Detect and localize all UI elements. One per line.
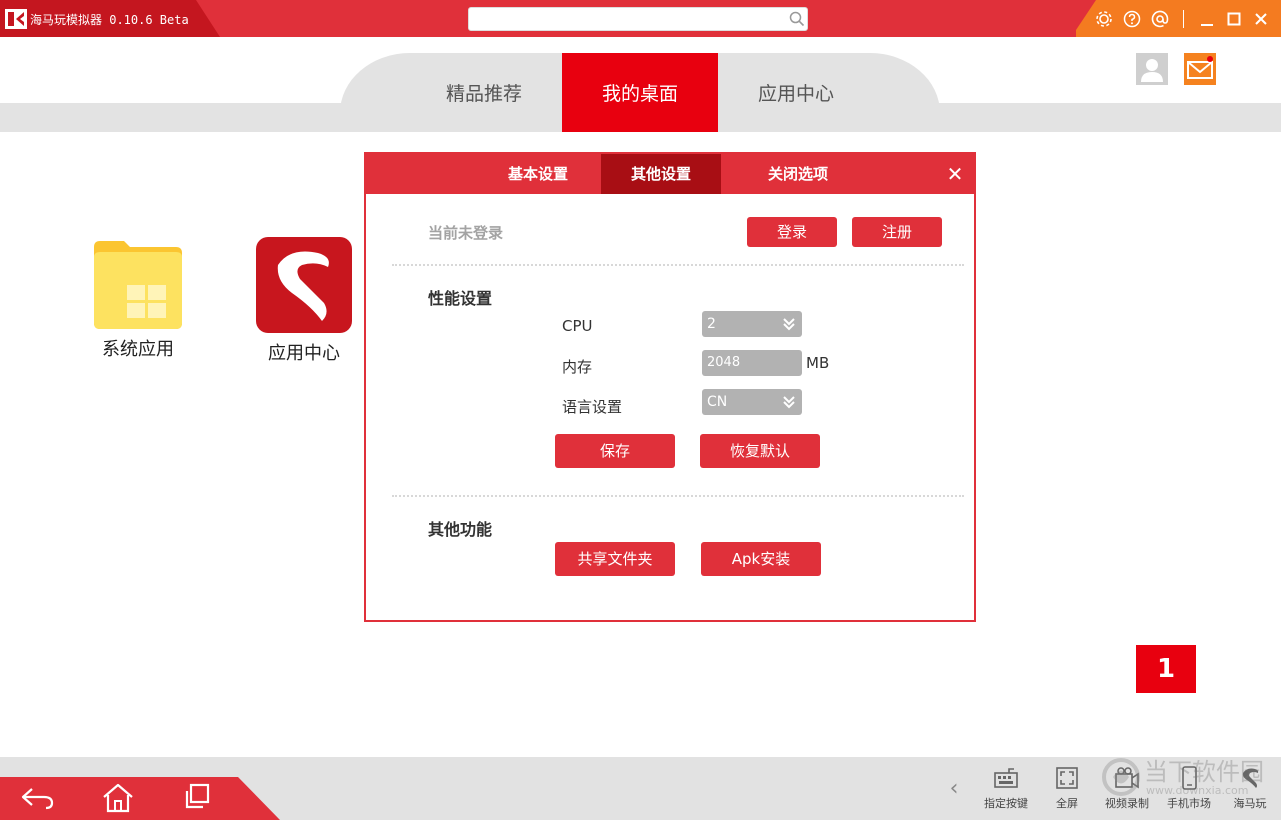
dialog-close-icon[interactable]: ✕ bbox=[944, 163, 966, 185]
folder-icon bbox=[94, 241, 182, 329]
dialog-header: 基本设置 其他设置 关闭选项 ✕ bbox=[366, 154, 974, 194]
chevron-down-icon bbox=[783, 318, 795, 331]
tab-basic-settings[interactable]: 基本设置 bbox=[478, 154, 598, 194]
login-status: 当前未登录 bbox=[428, 224, 504, 242]
home-icon[interactable] bbox=[98, 781, 138, 815]
save-button[interactable]: 保存 bbox=[555, 434, 675, 468]
desktop-icon-label: 应用中心 bbox=[268, 343, 340, 364]
memory-unit: MB bbox=[806, 354, 830, 372]
title-bar-divider bbox=[1183, 10, 1184, 28]
toolbar-item-label: 视频录制 bbox=[1105, 797, 1149, 810]
app-center-icon bbox=[256, 237, 352, 333]
fullscreen-button[interactable]: 全屏 bbox=[1037, 765, 1097, 811]
tab-my-desktop[interactable]: 我的桌面 bbox=[562, 53, 718, 132]
tab-other-settings[interactable]: 其他设置 bbox=[601, 154, 721, 194]
close-icon[interactable] bbox=[1251, 9, 1271, 29]
chevron-down-icon bbox=[783, 396, 795, 409]
gear-icon[interactable] bbox=[1094, 9, 1114, 29]
cpu-select[interactable]: 2 bbox=[702, 311, 802, 337]
app-title: 海马玩模拟器 0.10.6 Beta bbox=[30, 13, 189, 27]
desktop-icon-system-apps[interactable]: 系统应用 bbox=[78, 237, 198, 361]
performance-section-title: 性能设置 bbox=[428, 289, 493, 308]
minimize-icon[interactable] bbox=[1197, 9, 1217, 29]
toolbar-item-label: 指定按键 bbox=[984, 797, 1028, 810]
phone-market-icon bbox=[1182, 766, 1197, 790]
divider bbox=[392, 264, 964, 266]
apk-install-button[interactable]: Apk安装 bbox=[701, 542, 821, 576]
language-value: CN bbox=[707, 394, 728, 410]
keymap-button[interactable]: 指定按键 bbox=[976, 765, 1036, 811]
status-badge: 1 bbox=[1136, 645, 1196, 693]
language-label: 语言设置 bbox=[562, 398, 623, 416]
maximize-icon[interactable] bbox=[1224, 9, 1244, 29]
desktop-icon-label: 系统应用 bbox=[102, 339, 174, 360]
search-icon[interactable] bbox=[789, 11, 805, 27]
chevron-left-icon[interactable]: ‹ bbox=[944, 777, 964, 801]
back-icon[interactable] bbox=[18, 781, 58, 815]
share-folder-button[interactable]: 共享文件夹 bbox=[555, 542, 675, 576]
memory-value: 2048 bbox=[707, 355, 741, 370]
main-tab-strip: 精品推荐 我的桌面 应用中心 bbox=[0, 37, 1281, 132]
cpu-label: CPU bbox=[562, 317, 593, 335]
video-record-button[interactable]: 视频录制 bbox=[1097, 765, 1157, 811]
register-button[interactable]: 注册 bbox=[852, 217, 942, 247]
at-icon[interactable] bbox=[1150, 9, 1170, 29]
keyboard-icon bbox=[994, 768, 1018, 788]
desktop-icon-app-center[interactable]: 应用中心 bbox=[244, 237, 364, 365]
memory-label: 内存 bbox=[562, 358, 593, 376]
phone-market-button[interactable]: 手机市场 bbox=[1159, 765, 1219, 811]
emulator-window: 海马玩模拟器 0.10.6 Beta 精品推荐 我的桌面 应用中心 系统应用 应… bbox=[0, 0, 1281, 820]
login-button[interactable]: 登录 bbox=[747, 217, 837, 247]
language-select[interactable]: CN bbox=[702, 389, 802, 415]
cpu-value: 2 bbox=[707, 316, 716, 332]
toolbar-item-label: 海马玩 bbox=[1233, 797, 1267, 810]
toolbar-item-label: 手机市场 bbox=[1167, 797, 1211, 810]
recent-apps-icon[interactable] bbox=[178, 781, 218, 815]
help-icon[interactable] bbox=[1122, 9, 1142, 29]
app-logo-icon bbox=[5, 9, 27, 29]
divider bbox=[392, 495, 964, 497]
search-input[interactable] bbox=[468, 7, 808, 31]
tab-close-options[interactable]: 关闭选项 bbox=[738, 154, 858, 194]
unread-dot bbox=[1207, 56, 1213, 62]
fullscreen-icon bbox=[1056, 767, 1078, 789]
tab-app-center[interactable]: 应用中心 bbox=[718, 53, 874, 132]
avatar[interactable] bbox=[1136, 53, 1168, 85]
other-functions-section-title: 其他功能 bbox=[428, 520, 493, 539]
tab-featured[interactable]: 精品推荐 bbox=[406, 53, 562, 132]
settings-dialog: 基本设置 其他设置 关闭选项 ✕ 当前未登录 登录 注册 性能设置 CPU 2 … bbox=[364, 152, 976, 622]
bottom-toolbar: ‹ 指定按键 全屏 视频录制 手机市场 海马玩 bbox=[0, 757, 1281, 820]
toolbar-item-label: 全屏 bbox=[1056, 797, 1078, 810]
title-bar: 海马玩模拟器 0.10.6 Beta bbox=[0, 0, 1281, 37]
mail-button[interactable] bbox=[1184, 53, 1216, 85]
haimawan-button[interactable]: 海马玩 bbox=[1220, 765, 1280, 811]
haimawan-icon bbox=[1242, 768, 1259, 788]
memory-input[interactable]: 2048 bbox=[702, 350, 802, 376]
restore-defaults-button[interactable]: 恢复默认 bbox=[700, 434, 820, 468]
user-icon bbox=[1141, 59, 1163, 82]
video-record-icon bbox=[1115, 767, 1139, 789]
